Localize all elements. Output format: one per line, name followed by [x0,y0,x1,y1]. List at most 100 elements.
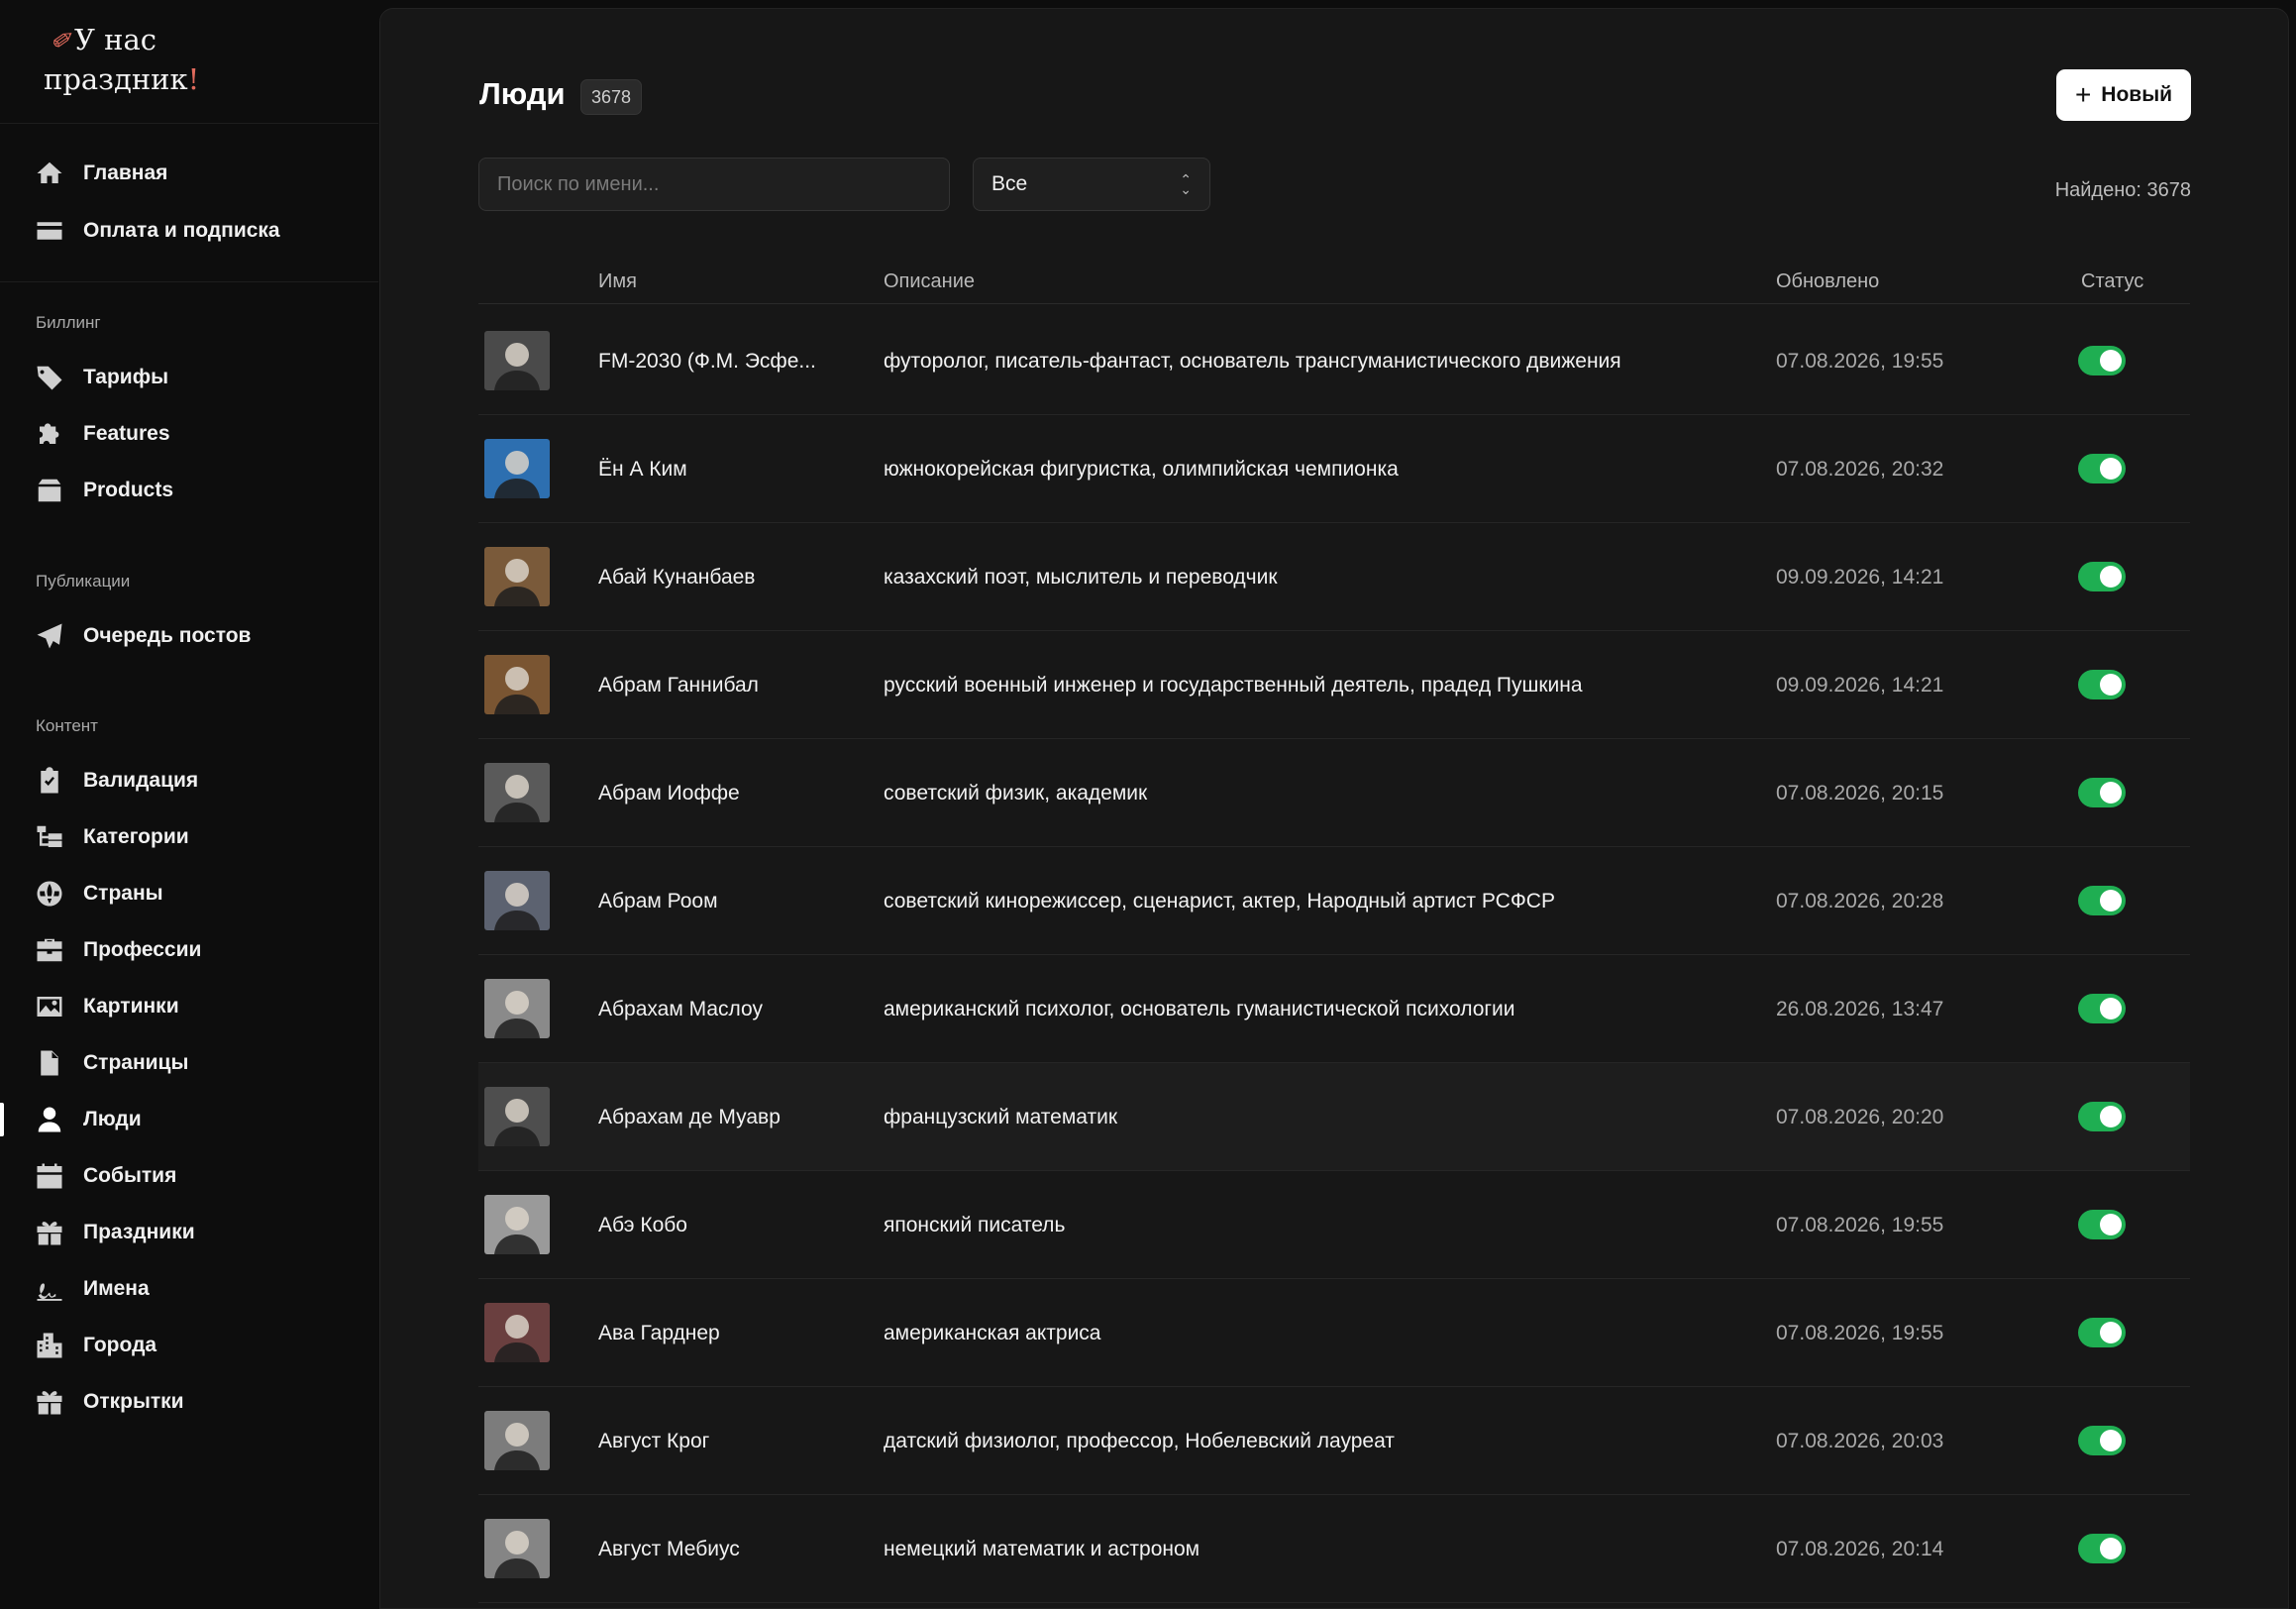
status-toggle[interactable] [2078,1426,2126,1455]
person-name[interactable]: Август Мебиус [598,1495,740,1603]
sidebar-item-billing-subscription[interactable]: Оплата и подписка [34,208,351,254]
person-name[interactable]: Абрахам де Муавр [598,1063,781,1171]
brand-logo[interactable]: ✐ У нас праздник! [44,20,321,99]
person-avatar [484,763,550,822]
column-header-updated[interactable]: Обновлено [1776,270,1879,293]
table-row[interactable]: Абрам Ганнибал русский военный инженер и … [478,631,2190,739]
person-name[interactable]: Абрам Роом [598,847,718,955]
sidebar-item-label: Города [83,1334,157,1356]
person-description: американская актриса [884,1321,1101,1344]
found-count: Найдено: 3678 [2054,179,2191,201]
briefcase-icon [34,934,65,966]
updated-date: 09.09.2026, 14:21 [1776,673,1944,697]
person-description: американский психолог, основатель гумани… [884,997,1515,1020]
sidebar-item-tariffs[interactable]: Тарифы [34,355,351,400]
person-name[interactable]: Абэ Кобо [598,1171,687,1279]
table-row[interactable]: FM-2030 (Ф.М. Эсфе... футоролог, писатель… [478,307,2190,415]
sidebar-item-pages[interactable]: Страницы [34,1040,351,1086]
person-avatar [484,979,550,1038]
sidebar-item-postcards[interactable]: Открытки [34,1379,351,1425]
status-toggle[interactable] [2078,562,2126,591]
new-button-label: Новый [2101,83,2173,106]
person-avatar [484,439,550,498]
status-filter-select[interactable]: Все ⌃ ⌄ [973,158,1210,211]
sitemap-icon [34,821,65,853]
sidebar-item-people[interactable]: Люди [34,1097,351,1142]
table-row[interactable]: Абрам Роом советский кинорежиссер, сценар… [478,847,2190,955]
table-row[interactable]: Ён А Ким южнокорейская фигуристка, олимпи… [478,415,2190,523]
status-toggle[interactable] [2078,670,2126,699]
status-toggle[interactable] [2078,1210,2126,1239]
table-row[interactable]: Абрам Иоффе советский физик, академик 07.0… [478,739,2190,847]
sidebar-item-home[interactable]: Главная [34,151,351,196]
sidebar-item-events[interactable]: События [34,1153,351,1199]
sidebar-item-label: Очередь постов [83,624,252,647]
person-name[interactable]: Абрам Ганнибал [598,631,759,739]
clipboard-check-icon [34,765,65,797]
updated-date: 07.08.2026, 20:03 [1776,1429,1944,1452]
table-row[interactable]: Абэ Кобо японский писатель 07.08.2026, 19:… [478,1171,2190,1279]
sidebar-item-images[interactable]: Картинки [34,984,351,1029]
sidebar-item-names[interactable]: Имена [34,1266,351,1312]
person-name[interactable]: Абай Кунанбаев [598,523,755,631]
plus-icon: + [2074,79,2092,110]
updated-date: 07.08.2026, 20:14 [1776,1537,1944,1560]
brand-line-1: У нас [74,23,157,56]
table-row[interactable]: Абрахам Маслоу американский психолог, осн… [478,955,2190,1063]
search-input[interactable] [478,158,950,211]
table-row[interactable]: Август Мебиус немецкий математик и астрон… [478,1495,2190,1603]
status-toggle[interactable] [2078,1318,2126,1347]
column-header-status[interactable]: Статус [2081,270,2143,293]
table-row[interactable]: Ава Гарднер американская актриса 07.08.202… [478,1279,2190,1387]
home-icon [34,158,65,189]
chevron-up-down-icon: ⌃ ⌄ [1180,171,1192,197]
column-header-description[interactable]: Описание [884,270,975,293]
person-name[interactable]: Ава Гарднер [598,1279,720,1387]
person-name[interactable]: Август Крог [598,1387,709,1495]
sidebar-item-label: Люди [83,1108,142,1130]
signature-icon [34,1273,65,1305]
sidebar-item-label: Открытки [83,1390,184,1413]
sidebar-item-holidays[interactable]: Праздники [34,1210,351,1255]
table-header: Имя Описание Обновлено Статус [478,255,2190,304]
person-description: французский математик [884,1105,1118,1128]
person-avatar [484,1087,550,1146]
status-filter-value: Все [991,172,1028,195]
new-button[interactable]: + Новый [2056,69,2191,121]
person-name[interactable]: Ён А Ким [598,415,687,523]
person-avatar [484,1411,550,1470]
status-toggle[interactable] [2078,1102,2126,1131]
credit-card-icon [34,215,65,247]
user-icon [34,1104,65,1135]
calendar-icon [34,1160,65,1192]
sidebar-item-cities[interactable]: Города [34,1323,351,1368]
sidebar-item-countries[interactable]: Страны [34,871,351,916]
person-name[interactable]: Абрам Иоффе [598,739,740,847]
sidebar-item-professions[interactable]: Профессии [34,927,351,973]
sidebar-item-label: Картинки [83,995,179,1018]
table-row[interactable]: Абрахам де Муавр французский математик 07.… [478,1063,2190,1171]
status-toggle[interactable] [2078,778,2126,807]
status-toggle[interactable] [2078,346,2126,375]
column-header-name[interactable]: Имя [598,270,637,293]
sidebar-item-products[interactable]: Products [34,468,351,513]
sidebar-item-features[interactable]: Features [34,411,351,457]
person-description: японский писатель [884,1213,1066,1236]
sidebar-item-post-queue[interactable]: Очередь постов [34,613,351,659]
sidebar-item-categories[interactable]: Категории [34,814,351,860]
table-row[interactable]: Абай Кунанбаев казахский поэт, мыслитель … [478,523,2190,631]
status-toggle[interactable] [2078,886,2126,915]
person-description: русский военный инженер и государственны… [884,673,1583,697]
sidebar: ✐ У нас праздник! Главная Оплата и подпи… [0,0,378,1609]
sidebar-item-label: Валидация [83,769,199,792]
status-toggle[interactable] [2078,1534,2126,1563]
status-toggle[interactable] [2078,994,2126,1023]
person-name[interactable]: FM-2030 (Ф.М. Эсфе... [598,307,816,415]
status-toggle[interactable] [2078,454,2126,483]
sidebar-item-validation[interactable]: Валидация [34,758,351,804]
table-row[interactable]: Август Крог датский физиолог, профессор, … [478,1387,2190,1495]
active-indicator [0,1103,4,1136]
person-name[interactable]: Абрахам Маслоу [598,955,763,1063]
sidebar-item-label: Главная [83,161,168,184]
sidebar-item-label: Features [83,422,170,445]
